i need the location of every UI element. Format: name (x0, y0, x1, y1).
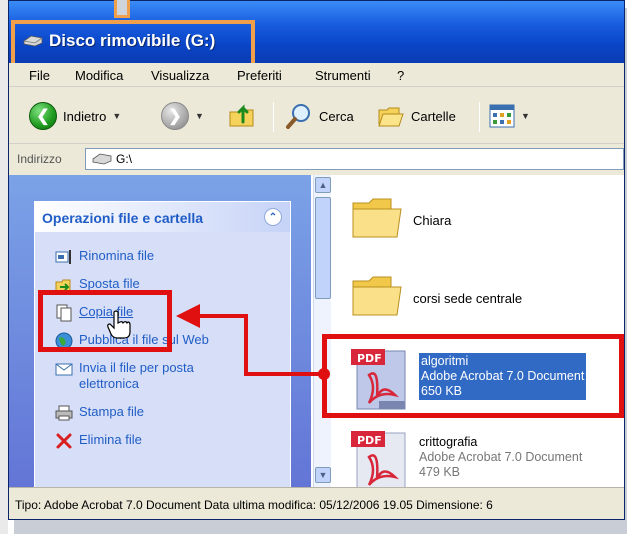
hand-cursor-icon (107, 310, 131, 339)
address-bar: Indirizzo G:\ (9, 144, 624, 174)
forward-button[interactable]: ❯ ▼ (161, 102, 204, 130)
search-label: Cerca (319, 108, 354, 124)
task-panel-header[interactable]: Operazioni file e cartella ⌃ (35, 202, 290, 232)
back-label: Indietro (63, 108, 107, 124)
svg-text:PDF: PDF (357, 434, 382, 447)
address-value: G:\ (116, 152, 133, 166)
views-icon (489, 104, 515, 128)
annotation-arrow-horizontal (196, 314, 248, 318)
folder-item[interactable]: corsi sede centrale (351, 275, 522, 317)
collapse-chevron-icon[interactable]: ⌃ (264, 208, 282, 226)
address-label: Indirizzo (17, 152, 62, 166)
pdf-icon: PDF (351, 431, 406, 492)
task-label: Rinomina file (79, 248, 155, 263)
folder-icon (352, 198, 402, 238)
folder-item[interactable]: Chiara (351, 197, 451, 239)
title-highlight-box (11, 20, 255, 68)
drive-icon (92, 153, 112, 165)
task-label: Stampa file (79, 404, 145, 419)
views-dropdown-icon[interactable]: ▼ (521, 111, 530, 121)
task-label: Invia il file per posta elettronica (79, 360, 194, 391)
status-text: Tipo: Adobe Acrobat 7.0 Document Data ul… (15, 498, 493, 512)
top-highlight-tab (114, 0, 130, 18)
menu-modifica[interactable]: Modifica (75, 68, 123, 83)
scroll-down-icon[interactable]: ▼ (315, 467, 331, 483)
selected-file-highlight-box (322, 334, 624, 418)
annotation-arrow-vertical (244, 314, 248, 376)
file-name: crittografia (419, 435, 478, 449)
task-label: Elimina file (79, 432, 142, 447)
folder-icon (352, 276, 402, 316)
task-panel-title: Operazioni file e cartella (42, 210, 204, 226)
rename-icon (55, 250, 71, 264)
annotation-dot (318, 368, 330, 380)
menu-visualizza[interactable]: Visualizza (151, 68, 209, 83)
menu-bar: File Modifica Visualizza Preferiti Strum… (9, 63, 624, 87)
menu-help[interactable]: ? (397, 68, 404, 83)
email-icon (55, 363, 73, 376)
toolbar-separator (273, 102, 274, 132)
up-folder-icon (229, 104, 254, 127)
copy-file-highlight-box (38, 290, 172, 352)
file-kind: Adobe Acrobat 7.0 Document (419, 450, 583, 464)
file-name: Chiara (413, 213, 452, 228)
folders-label: Cartelle (411, 108, 456, 124)
scroll-thumb[interactable] (315, 197, 331, 299)
task-delete-file[interactable]: Elimina file (55, 432, 142, 450)
menu-preferiti[interactable]: Preferiti (237, 68, 282, 83)
toolbar-separator (479, 102, 480, 132)
delete-icon (56, 433, 72, 449)
address-input[interactable]: G:\ (85, 148, 624, 170)
toolbar: ❮ Indietro ▼ ❯ ▼ Cerca Cartelle ▼ (9, 88, 624, 144)
task-send-email[interactable]: Invia il file per posta elettronica (55, 360, 245, 392)
file-name: corsi sede centrale (413, 291, 523, 306)
task-print-file[interactable]: Stampa file (55, 404, 144, 422)
file-item[interactable]: PDF crittografia Adobe Acrobat 7.0 Docum… (349, 429, 582, 495)
status-bar: Tipo: Adobe Acrobat 7.0 Document Data ul… (9, 487, 624, 519)
scroll-up-icon[interactable]: ▲ (315, 177, 331, 193)
back-arrow-icon: ❮ (29, 102, 57, 130)
folders-icon (378, 107, 404, 127)
forward-arrow-icon: ❯ (161, 102, 189, 130)
background-edge (0, 0, 8, 534)
explorer-window: Disco rimovibile (G:) File Modifica Visu… (8, 0, 625, 520)
menu-strumenti[interactable]: Strumenti (315, 68, 371, 83)
print-icon (55, 405, 73, 421)
folders-button[interactable]: Cartelle (377, 102, 456, 130)
menu-file[interactable]: File (29, 68, 50, 83)
annotation-arrow-line (244, 372, 326, 376)
file-list: ▲ ▼ Chiara corsi sede centrale PDF algor… (311, 175, 624, 492)
back-dropdown-icon[interactable]: ▼ (112, 111, 121, 121)
up-folder-button[interactable] (227, 100, 257, 130)
views-button[interactable]: ▼ (489, 104, 530, 128)
search-icon (286, 104, 310, 129)
forward-dropdown-icon[interactable]: ▼ (195, 111, 204, 121)
arrow-head-icon (176, 304, 200, 328)
search-button[interactable]: Cerca (285, 102, 354, 130)
back-button[interactable]: ❮ Indietro ▼ (29, 102, 121, 130)
file-size: 479 KB (419, 465, 461, 479)
vertical-scrollbar[interactable]: ▲ ▼ (313, 175, 331, 487)
task-rename-file[interactable]: Rinomina file (55, 248, 154, 266)
